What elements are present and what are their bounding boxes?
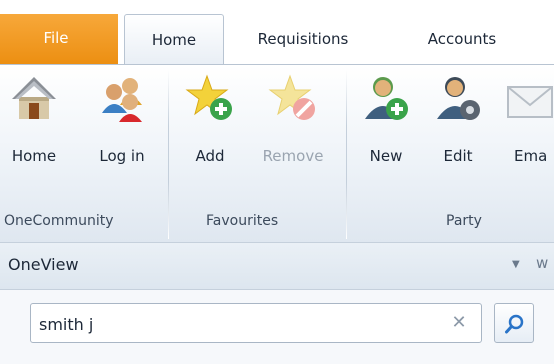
pane-title: OneView — [8, 255, 79, 274]
star-add-icon — [185, 74, 232, 120]
star-remove-icon — [268, 74, 315, 120]
new-party-label: New — [369, 147, 403, 165]
house-icon — [12, 77, 56, 119]
new-party-button[interactable]: New — [356, 71, 416, 201]
login-button[interactable]: Log in — [84, 71, 160, 201]
remove-favourite-button[interactable]: Remove — [250, 71, 336, 201]
ribbon-tab-strip: File Home Requisitions Accounts — [0, 0, 554, 66]
envelope-icon — [507, 86, 553, 118]
search-box: ✕ — [30, 303, 482, 343]
group-label-favourites: Favourites — [206, 213, 279, 229]
tab-requisitions[interactable]: Requisitions — [238, 14, 368, 65]
search-icon — [505, 314, 524, 334]
add-favourite-label: Add — [195, 147, 225, 165]
edit-party-label: Edit — [443, 147, 473, 165]
user-add-icon — [365, 77, 408, 120]
add-favourite-button[interactable]: Add — [178, 71, 242, 201]
clear-icon[interactable]: ✕ — [449, 313, 469, 333]
tab-accounts[interactable]: Accounts — [408, 14, 516, 65]
email-party-label: Ema — [514, 147, 548, 165]
home-button[interactable]: Home — [0, 71, 68, 201]
tab-home[interactable]: Home — [124, 14, 224, 66]
group-separator — [346, 69, 347, 239]
email-party-button[interactable]: Ema — [498, 71, 554, 201]
group-label-onecommunity: OneCommunity — [4, 213, 114, 229]
oneview-pane: OneView ▼ ᴡ ✕ — [0, 242, 554, 364]
group-label-party: Party — [446, 213, 482, 229]
search-input[interactable] — [37, 308, 441, 340]
home-button-label: Home — [11, 147, 57, 165]
ribbon: Home Log in OneCommunity Add Remove Favo… — [0, 64, 554, 242]
search-button[interactable] — [494, 303, 534, 343]
user-settings-icon — [437, 77, 480, 120]
users-icon — [102, 78, 142, 122]
pane-header: OneView ▼ ᴡ — [0, 243, 554, 290]
group-separator — [168, 69, 169, 239]
login-button-label: Log in — [99, 147, 145, 165]
chevron-down-icon[interactable]: ▼ — [512, 259, 520, 270]
remove-favourite-label: Remove — [262, 147, 324, 165]
tab-file[interactable]: File — [0, 14, 118, 64]
pin-icon[interactable]: ᴡ — [536, 254, 548, 272]
edit-party-button[interactable]: Edit — [430, 71, 486, 201]
